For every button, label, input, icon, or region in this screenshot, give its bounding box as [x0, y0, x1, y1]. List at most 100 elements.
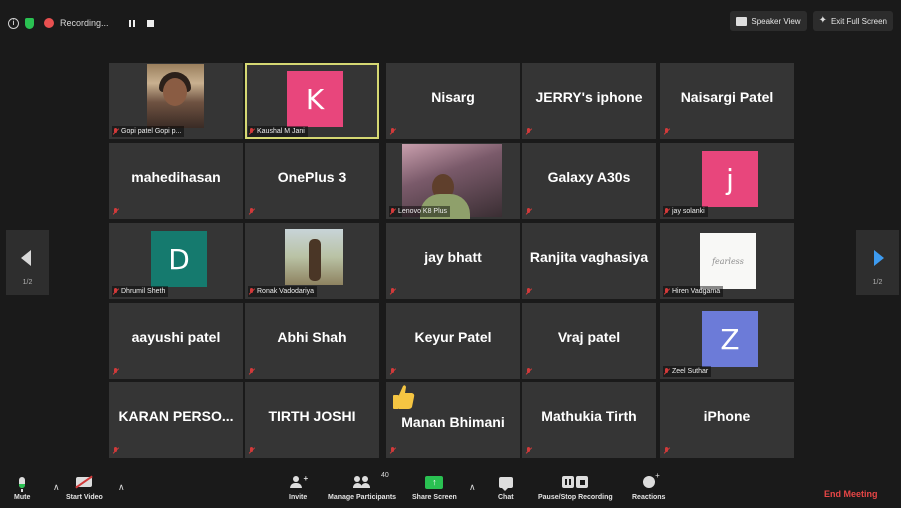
- exit-fullscreen-label: Exit Full Screen: [830, 16, 887, 26]
- participant-name: Ranjita vaghasiya: [529, 249, 649, 265]
- participant-label: Gopi patel Gopi p...: [112, 126, 185, 137]
- muted-mic-icon: [525, 287, 532, 296]
- muted-mic-icon: [663, 287, 670, 296]
- participant-tile[interactable]: aayushi patel: [109, 303, 243, 379]
- speaker-view-icon: [736, 16, 748, 26]
- muted-mic-icon: [112, 367, 119, 376]
- participant-tile[interactable]: Naisargi Patel: [660, 63, 794, 139]
- participant-tile[interactable]: Galaxy A30s: [522, 143, 656, 219]
- next-page-button[interactable]: 1/2: [856, 230, 899, 295]
- chat-button[interactable]: Chat: [498, 474, 514, 501]
- mute-button[interactable]: Mute: [14, 474, 30, 501]
- participant-name: Manan Bhimani: [401, 414, 505, 430]
- participant-name: aayushi patel: [131, 329, 221, 345]
- reactions-icon: [642, 471, 660, 488]
- participant-tile[interactable]: Mathukia Tirth: [522, 382, 656, 458]
- participant-name: jay bhatt: [424, 249, 482, 265]
- muted-mic-icon: [525, 367, 532, 376]
- video-options-caret-icon[interactable]: ∧: [118, 482, 125, 493]
- top-bar: i Recording... Speaker View ✦ Exit Full …: [0, 0, 901, 46]
- participant-tile[interactable]: Manan Bhimani: [386, 382, 520, 458]
- participant-tile[interactable]: Keyur Patel: [386, 303, 520, 379]
- participant-tile[interactable]: Lenovo K8 Plus: [386, 143, 520, 219]
- end-meeting-button[interactable]: End Meeting: [824, 489, 878, 499]
- participant-tile[interactable]: JERRY's iphone: [522, 63, 656, 139]
- muted-mic-icon: [525, 207, 532, 216]
- participant-label-name: jay solanki: [672, 208, 705, 215]
- participant-name: Galaxy A30s: [547, 169, 631, 185]
- participant-tile[interactable]: j jay solanki: [660, 143, 794, 219]
- muted-mic-icon: [248, 367, 255, 376]
- info-icon[interactable]: i: [8, 17, 19, 29]
- video-feed: [147, 64, 204, 128]
- pause-stop-recording-label: Pause/Stop Recording: [538, 494, 613, 501]
- participant-name: Keyur Patel: [414, 329, 492, 345]
- profile-picture-text: fearless: [712, 256, 744, 266]
- pause-stop-recording-icon: [562, 476, 589, 488]
- previous-page-button[interactable]: 1/2: [6, 230, 49, 295]
- participant-label: [248, 206, 258, 217]
- participant-tile[interactable]: Ranjita vaghasiya: [522, 223, 656, 299]
- pause-recording-icon[interactable]: [128, 19, 135, 27]
- share-screen-label: Share Screen: [412, 494, 457, 501]
- participant-tile[interactable]: Ronak Vadodariya: [245, 223, 379, 299]
- mute-label: Mute: [14, 494, 31, 501]
- participant-tile[interactable]: Z Zeel Suthar: [660, 303, 794, 379]
- participant-name: KARAN PERSO...: [118, 408, 234, 424]
- muted-mic-icon: [389, 367, 396, 376]
- gallery-grid: Gopi patel Gopi p... K Kaushal M Jani Nisar…: [109, 63, 795, 458]
- audio-options-caret-icon[interactable]: ∧: [53, 482, 60, 493]
- manage-participants-button[interactable]: 40 Manage Participants: [328, 472, 396, 501]
- muted-mic-icon: [112, 446, 119, 455]
- participant-tile[interactable]: jay bhatt: [386, 223, 520, 299]
- participant-tile[interactable]: Abhi Shah: [245, 303, 379, 379]
- shield-icon[interactable]: [25, 17, 34, 29]
- participant-tile[interactable]: OnePlus 3: [245, 143, 379, 219]
- participant-label: [248, 445, 258, 456]
- muted-mic-icon: [112, 207, 119, 216]
- muted-mic-icon: [525, 127, 532, 136]
- participant-label: Ronak Vadodariya: [248, 286, 318, 297]
- start-video-label: Start Video: [66, 494, 103, 501]
- participant-tile[interactable]: Nisarg: [386, 63, 520, 139]
- participant-tile[interactable]: fearless Hiren Vadgama: [660, 223, 794, 299]
- add-person-icon: +: [290, 474, 308, 488]
- recording-dot-icon: [44, 18, 54, 28]
- participant-tile[interactable]: TIRTH JOSHI: [245, 382, 379, 458]
- muted-mic-icon: [248, 287, 255, 296]
- share-options-caret-icon[interactable]: ∧: [469, 482, 476, 493]
- meeting-toolbar: Mute ∧ Start Video ∧ + Invite 40 Manage …: [0, 470, 901, 508]
- stop-recording-icon[interactable]: [146, 19, 154, 27]
- participant-tile[interactable]: iPhone: [660, 382, 794, 458]
- participant-tile[interactable]: KARAN PERSO...: [109, 382, 243, 458]
- participant-tile[interactable]: Vraj patel: [522, 303, 656, 379]
- video-off-icon: [76, 477, 93, 487]
- invite-button[interactable]: + Invite: [289, 474, 308, 501]
- meeting-status: i Recording...: [8, 14, 154, 32]
- participant-name: Naisargi Patel: [680, 89, 774, 105]
- participant-name: Mathukia Tirth: [541, 408, 637, 424]
- share-screen-button[interactable]: ↑ Share Screen: [412, 474, 457, 501]
- muted-mic-icon: [389, 287, 396, 296]
- participant-label: Kaushal M Jani: [248, 126, 308, 137]
- reactions-label: Reactions: [632, 494, 666, 501]
- participant-name: TIRTH JOSHI: [268, 408, 356, 424]
- participant-label: [112, 366, 122, 377]
- speaker-view-button[interactable]: Speaker View: [730, 11, 807, 31]
- muted-mic-icon: [112, 127, 119, 136]
- participant-tile[interactable]: D Dhrumil Sheth: [109, 223, 243, 299]
- avatar: K: [287, 71, 343, 127]
- pause-stop-recording-button[interactable]: Pause/Stop Recording: [538, 474, 613, 501]
- participant-label-name: Ronak Vadodariya: [257, 288, 315, 295]
- participant-tile[interactable]: K Kaushal M Jani: [245, 63, 379, 139]
- exit-fullscreen-button[interactable]: ✦ Exit Full Screen: [812, 11, 893, 31]
- participant-label-name: Kaushal M Jani: [257, 128, 305, 135]
- reactions-button[interactable]: Reactions: [632, 471, 666, 501]
- participant-label: [112, 206, 122, 217]
- participant-label: [112, 445, 122, 456]
- thumbs-up-icon: [393, 385, 415, 409]
- start-video-button[interactable]: Start Video: [66, 474, 103, 501]
- participant-tile[interactable]: mahedihasan: [109, 143, 243, 219]
- participant-tile[interactable]: Gopi patel Gopi p...: [109, 63, 243, 139]
- participant-label: [525, 126, 535, 137]
